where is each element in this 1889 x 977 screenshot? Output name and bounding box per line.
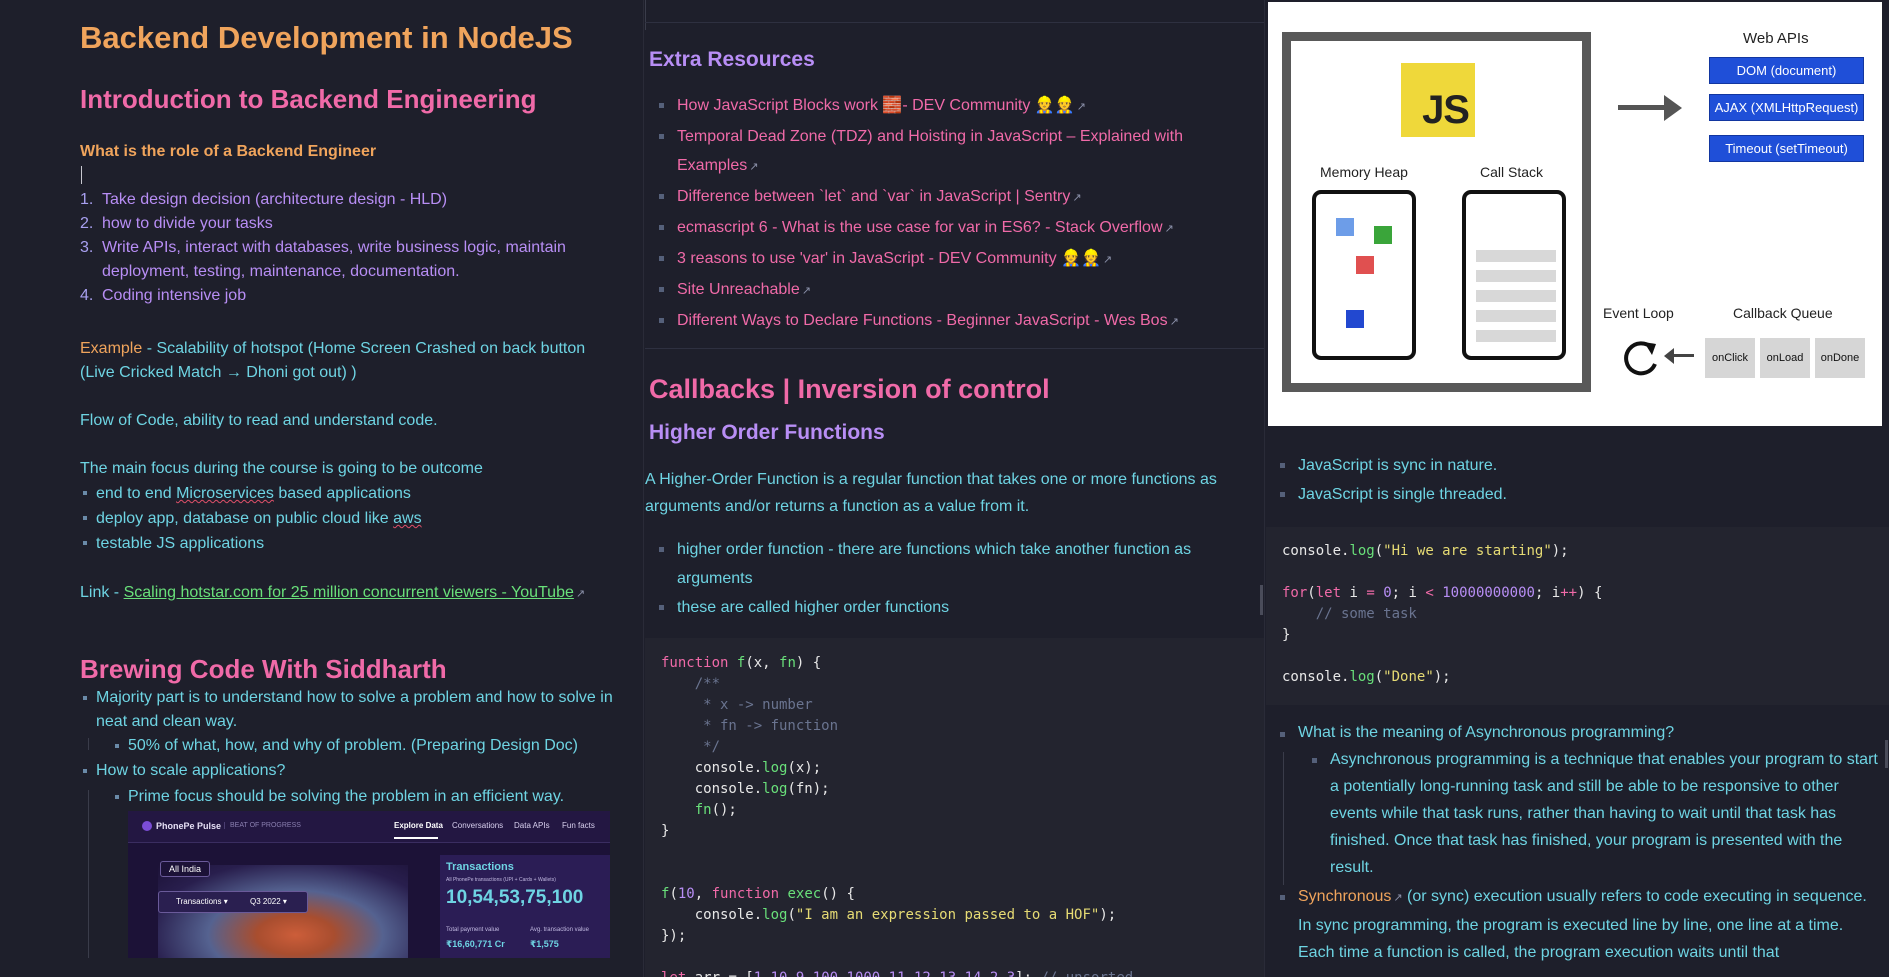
hof-code-block[interactable]: function f(x, fn) { /** * x -> number * … bbox=[645, 638, 1264, 977]
example-paragraph: Example - Scalability of hotspot (Home S… bbox=[80, 340, 586, 381]
phonepe-label-avg: Avg. transaction value bbox=[530, 927, 589, 933]
list-item: Synchronous ↗ (or sync) execution usually… bbox=[1266, 883, 1878, 966]
role-list: 1. Take design decision (architecture des… bbox=[80, 188, 620, 308]
sync-link[interactable]: Synchronous bbox=[1298, 888, 1391, 905]
resource-link[interactable]: Different Ways to Declare Functions - Be… bbox=[645, 306, 1257, 337]
phonepe-nav-conversations: Conversations bbox=[452, 821, 504, 830]
call-stack-label: Call Stack bbox=[1480, 164, 1544, 180]
event-loop-diagram: JS Memory Heap Call Stack Web APIs DOM (… bbox=[1268, 2, 1882, 426]
list-item: 4. Coding intensive job bbox=[80, 287, 247, 304]
external-link-icon: ↗ bbox=[1076, 101, 1086, 113]
list-item: Majority part is to understand how to so… bbox=[80, 686, 620, 734]
phonepe-val-total: ₹16,60,771 Cr bbox=[446, 939, 505, 949]
hof-heading: Higher Order Functions bbox=[649, 421, 885, 444]
hotstar-link[interactable]: Scaling hotstar.com for 25 million concu… bbox=[124, 584, 574, 601]
hof-description: A Higher-Order Function is a regular fun… bbox=[645, 471, 1217, 515]
list-item: What is the meaning of Asynchronous prog… bbox=[1266, 720, 1878, 746]
external-link-icon: ↗ bbox=[1393, 892, 1403, 904]
phonepe-dropdown-quarter: Q3 2022 ▾ bbox=[250, 897, 287, 906]
phonepe-screenshot: PhonePe Pulse BEAT OF PROGRESS Explore D… bbox=[128, 811, 610, 958]
resources-list: How JavaScript Blocks work 🧱- DEV Commun… bbox=[645, 91, 1257, 337]
phonepe-dropdown-type: Transactions ▾ bbox=[176, 897, 228, 906]
resource-link[interactable]: How JavaScript Blocks work 🧱- DEV Commun… bbox=[645, 91, 1257, 122]
memory-heap-label: Memory Heap bbox=[1320, 164, 1408, 180]
focus-paragraph: The main focus during the course is goin… bbox=[80, 460, 483, 477]
phonepe-logo-icon bbox=[142, 821, 152, 831]
list-item: JavaScript is single threaded. bbox=[1266, 480, 1878, 509]
external-link-icon: ↗ bbox=[801, 285, 811, 297]
page-title: Backend Development in NodeJS bbox=[80, 20, 573, 55]
resource-link[interactable]: Site Unreachable ↗ bbox=[645, 275, 1257, 306]
external-link-icon: ↗ bbox=[1164, 223, 1174, 235]
queue-item-onload: onLoad bbox=[1760, 338, 1810, 378]
resource-link[interactable]: Difference between `let` and `var` in Ja… bbox=[645, 182, 1257, 213]
phonepe-big-value: 10,54,53,75,100 bbox=[446, 887, 584, 908]
web-api-timeout: Timeout (setTimeout) bbox=[1709, 135, 1864, 162]
notes-pane-left: Backend Development in NodeJS Introducti… bbox=[0, 0, 644, 977]
phonepe-region: All India bbox=[160, 861, 211, 877]
external-link-icon: ↗ bbox=[1072, 192, 1082, 204]
list-item: deploy app, database on public cloud lik… bbox=[80, 506, 620, 531]
brew-heading: Brewing Code With Siddharth bbox=[80, 654, 447, 684]
phonepe-brand: PhonePe Pulse bbox=[156, 821, 222, 831]
callbacks-heading: Callbacks | Inversion of control bbox=[649, 374, 1050, 404]
intro-heading: Introduction to Backend Engineering bbox=[80, 84, 537, 114]
callback-queue-label: Callback Queue bbox=[1733, 305, 1833, 321]
external-link-icon: ↗ bbox=[575, 588, 586, 600]
list-item: 3. Write APIs, interact with databases, w… bbox=[80, 239, 566, 280]
phonepe-panel-title: Transactions bbox=[446, 861, 514, 873]
brew-list: Majority part is to understand how to so… bbox=[80, 686, 620, 809]
queue-item-ondone: onDone bbox=[1815, 338, 1865, 378]
arrow-right-icon bbox=[1618, 105, 1668, 110]
queue-item-onclick: onClick bbox=[1705, 338, 1755, 378]
hof-list: higher order function - there are functi… bbox=[645, 535, 1245, 622]
event-loop-label: Event Loop bbox=[1603, 305, 1674, 321]
list-item: 2. how to divide your tasks bbox=[80, 215, 273, 232]
list-item: JavaScript is sync in nature. bbox=[1266, 451, 1878, 480]
extra-resources-heading: Extra Resources bbox=[649, 48, 815, 71]
call-stack-box bbox=[1462, 190, 1566, 360]
external-link-icon: ↗ bbox=[1102, 254, 1113, 266]
web-api-ajax: AJAX (XMLHttpRequest) bbox=[1709, 94, 1864, 121]
phonepe-panel-sub: All PhonePe transactions (UPI + Cards + … bbox=[446, 877, 556, 883]
phonepe-nav-apis: Data APIs bbox=[514, 821, 550, 830]
list-item: end to end Microservices based applicati… bbox=[80, 481, 620, 506]
list-item: higher order function - there are functi… bbox=[645, 535, 1245, 593]
list-item: 1. Take design decision (architecture des… bbox=[80, 191, 448, 208]
scrollbar[interactable] bbox=[1885, 740, 1888, 768]
web-api-dom: DOM (document) bbox=[1709, 57, 1864, 84]
async-section: What is the meaning of Asynchronous prog… bbox=[1266, 720, 1878, 966]
phonepe-label-total: Total payment value bbox=[446, 927, 500, 933]
notes-pane-right: JS Memory Heap Call Stack Web APIs DOM (… bbox=[1266, 0, 1889, 977]
list-item: How to scale applications? bbox=[80, 759, 620, 783]
notes-pane-middle: Extra Resources How JavaScript Blocks wo… bbox=[645, 0, 1265, 977]
list-item: Asynchronous programming is a technique … bbox=[1298, 746, 1878, 881]
list-item: these are called higher order functions bbox=[645, 593, 1245, 622]
resource-link[interactable]: Temporal Dead Zone (TDZ) and Hoisting in… bbox=[645, 122, 1257, 182]
external-link-icon: ↗ bbox=[1169, 316, 1179, 328]
loop-icon bbox=[1624, 341, 1657, 376]
resource-link[interactable]: 3 reasons to use 'var' in JavaScript - D… bbox=[645, 244, 1257, 275]
list-item: Prime focus should be solving the proble… bbox=[112, 785, 620, 809]
memory-heap-box bbox=[1312, 190, 1416, 360]
resource-link[interactable]: ecmascript 6 - What is the use case for … bbox=[645, 213, 1257, 244]
focus-list: end to end Microservices based applicati… bbox=[80, 481, 620, 556]
list-item: 50% of what, how, and why of problem. (P… bbox=[112, 734, 620, 758]
web-apis-label: Web APIs bbox=[1743, 30, 1809, 47]
phonepe-nav-funfacts: Fun facts bbox=[562, 821, 595, 830]
list-item: testable JS applications bbox=[80, 531, 620, 556]
external-link-icon: ↗ bbox=[749, 161, 759, 173]
flow-paragraph: Flow of Code, ability to read and unders… bbox=[80, 412, 438, 429]
phonepe-nav-explore: Explore Data bbox=[394, 821, 443, 830]
js-logo: JS bbox=[1401, 63, 1475, 137]
phonepe-tagline: BEAT OF PROGRESS bbox=[224, 822, 301, 829]
phonepe-val-avg: ₹1,575 bbox=[530, 939, 559, 949]
role-heading: What is the role of a Backend Engineer bbox=[80, 143, 377, 160]
sync-code-block[interactable]: console.log("Hi we are starting"); for(l… bbox=[1266, 527, 1889, 705]
link-paragraph: Link - Scaling hotstar.com for 25 millio… bbox=[80, 584, 586, 601]
scrollbar[interactable] bbox=[1260, 585, 1263, 615]
js-facts-list: JavaScript is sync in nature. JavaScript… bbox=[1266, 451, 1878, 509]
text-cursor bbox=[81, 166, 82, 184]
